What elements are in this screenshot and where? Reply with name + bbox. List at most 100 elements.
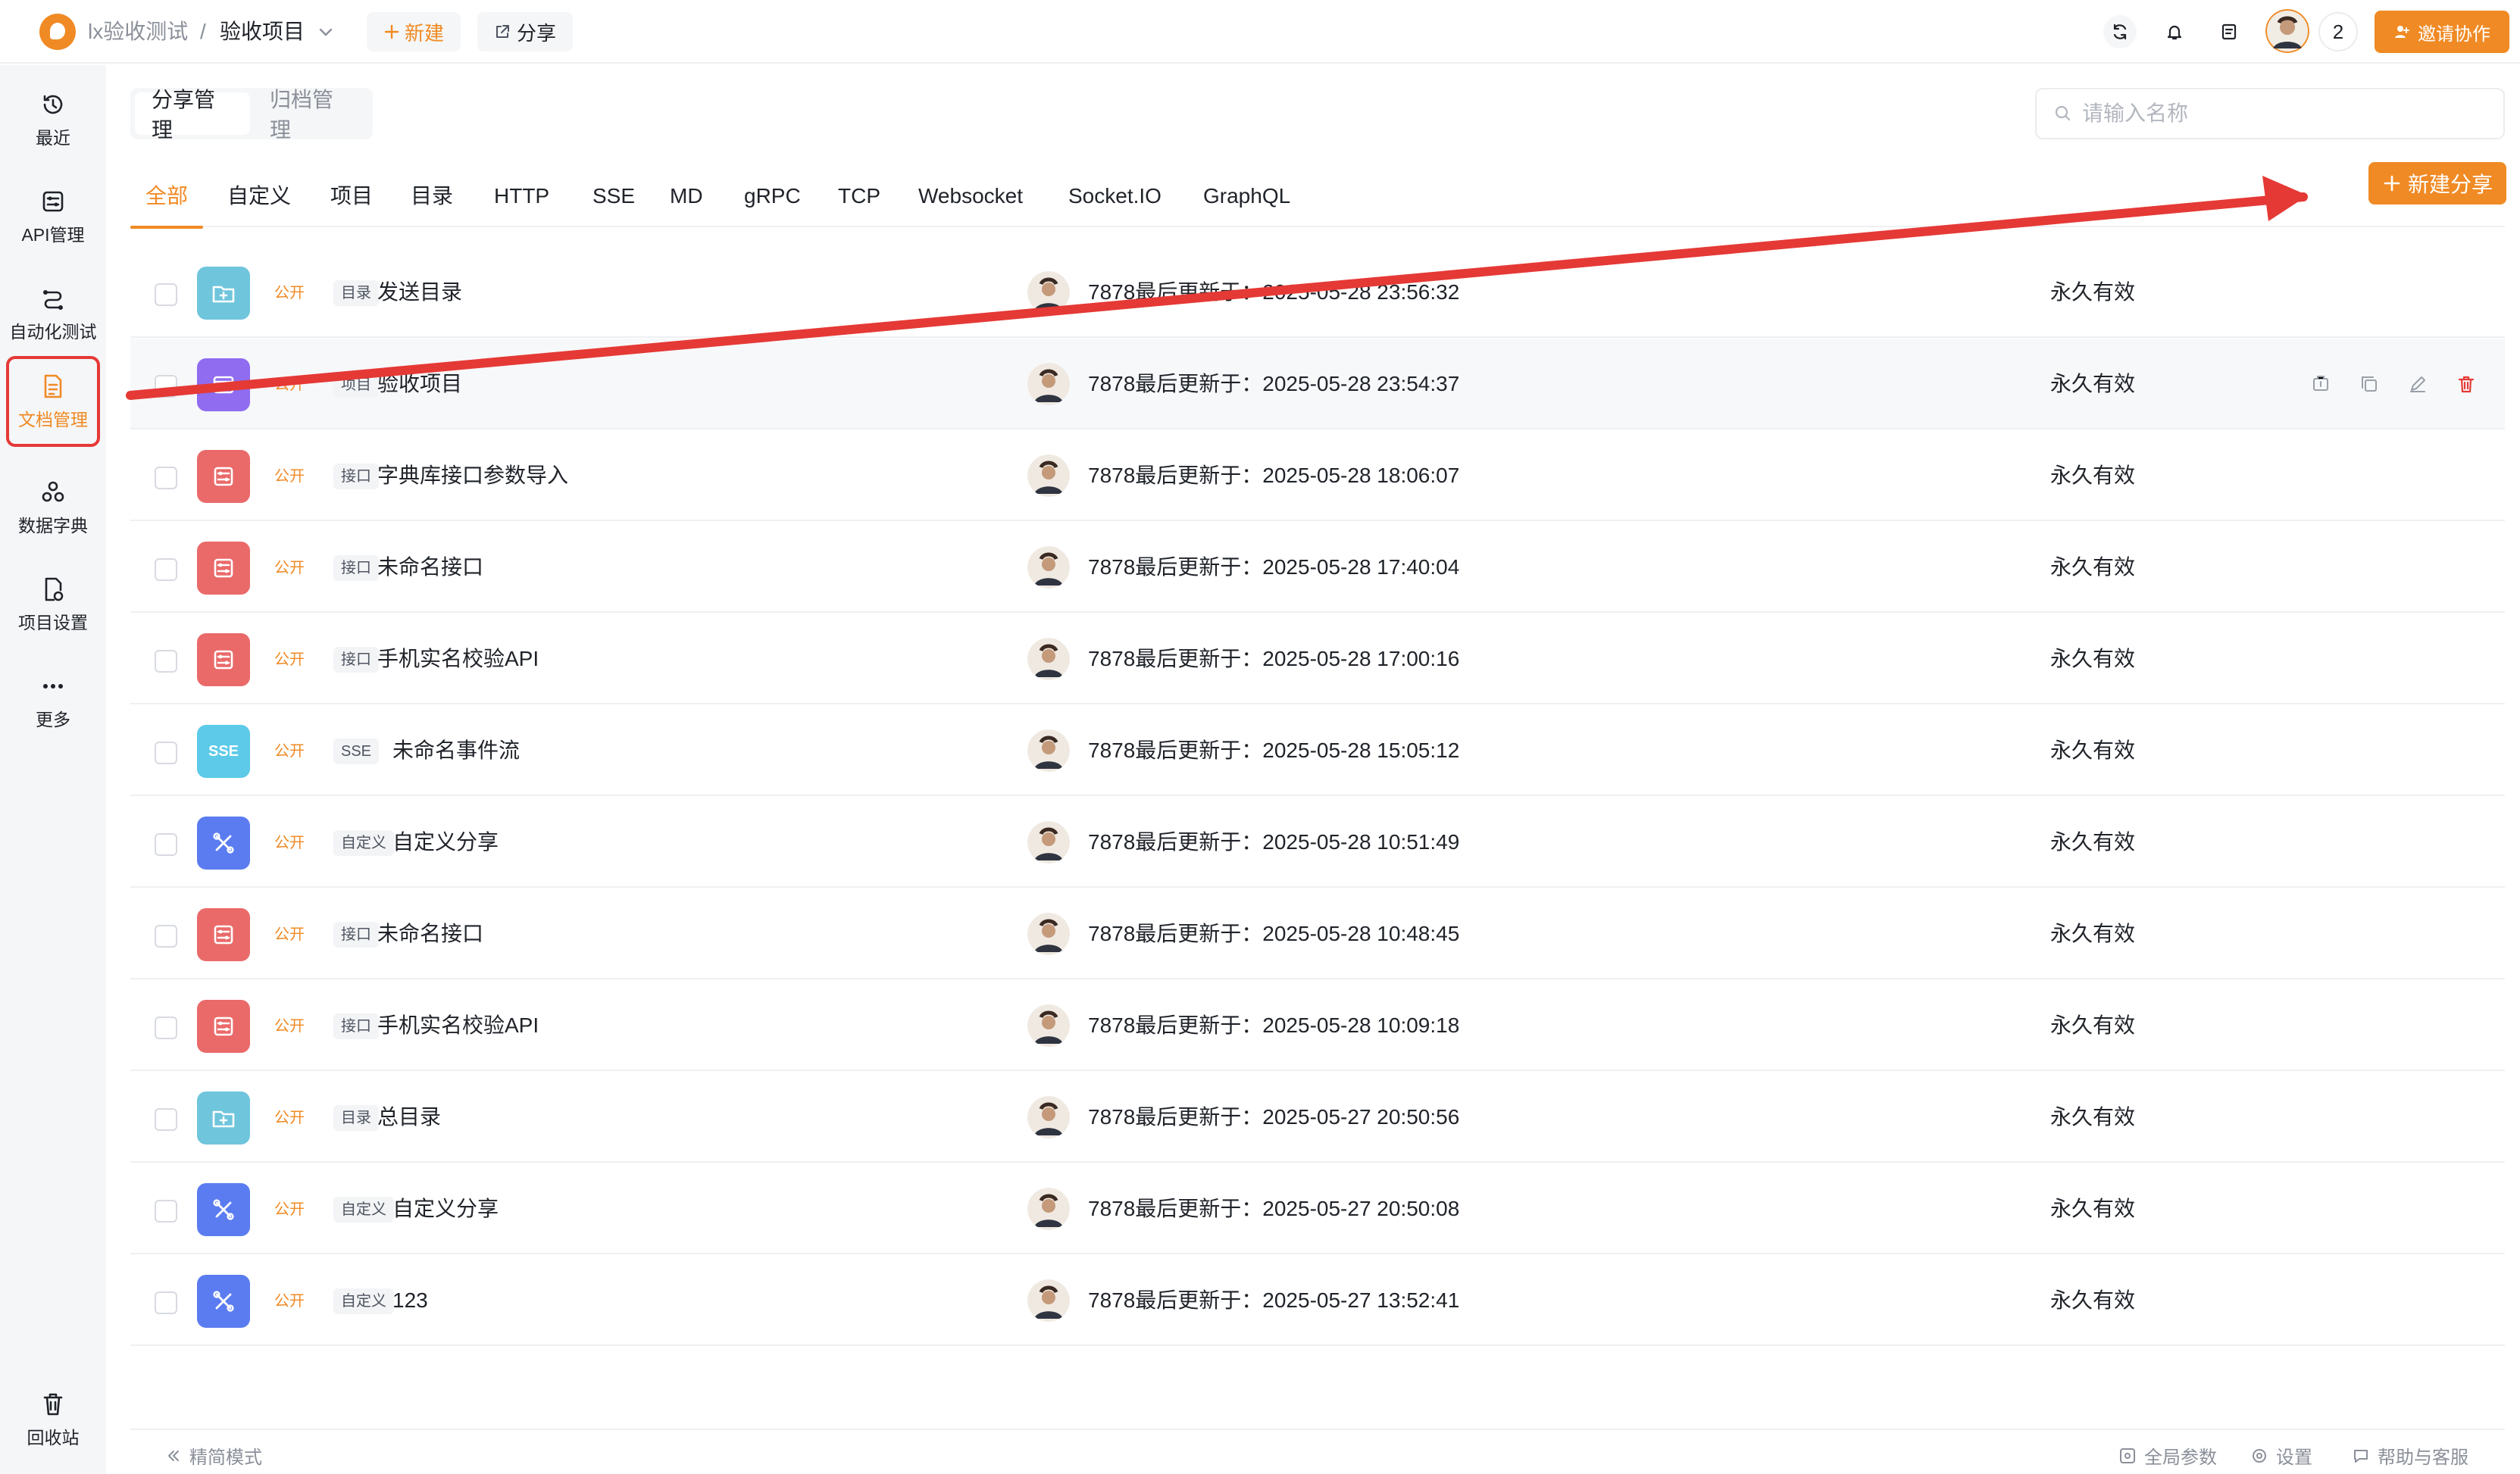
- folder-icon: [197, 1091, 250, 1145]
- type-tag: 项目: [333, 372, 379, 398]
- share-row[interactable]: 公开 接口 手机实名校验API 7878最后更新于：2025-05-28 10:09:…: [130, 980, 2505, 1071]
- share-row[interactable]: 公开 接口 手机实名校验API 7878最后更新于：2025-05-28 17:00:…: [130, 614, 2505, 704]
- share-name[interactable]: 手机实名校验API: [377, 1010, 539, 1041]
- new-share-button[interactable]: 新建分享: [2368, 162, 2506, 205]
- share-name[interactable]: 手机实名校验API: [377, 644, 539, 674]
- row-checkbox[interactable]: [155, 742, 177, 764]
- tab-directory[interactable]: 目录: [411, 171, 453, 227]
- tab-custom[interactable]: 自定义: [227, 171, 291, 227]
- share-button[interactable]: 分享: [477, 12, 573, 52]
- share-row[interactable]: 公开 自定义 自定义分享 7878最后更新于：2025-05-28 10:51:49 永…: [130, 797, 2505, 888]
- global-params-icon: [2120, 1447, 2135, 1463]
- edit-icon[interactable]: [2405, 371, 2431, 397]
- tab-http[interactable]: HTTP: [494, 171, 549, 227]
- row-checkbox[interactable]: [155, 1200, 177, 1223]
- tab-share-management[interactable]: 分享管理: [135, 88, 250, 142]
- share-name[interactable]: 未命名事件流: [392, 735, 520, 766]
- share-name[interactable]: 未命名接口: [377, 919, 483, 949]
- share-name[interactable]: 字典库接口参数导入: [377, 461, 568, 491]
- project-icon: [197, 358, 250, 411]
- share-name[interactable]: 未命名接口: [377, 552, 483, 582]
- search-input[interactable]: [2082, 101, 2476, 126]
- sidebar-item-dictionary[interactable]: 数据字典: [6, 462, 100, 553]
- validity: 永久有效: [2050, 555, 2136, 579]
- global-params-button[interactable]: 全局参数: [2118, 1442, 2217, 1469]
- user-avatar[interactable]: [2265, 9, 2309, 53]
- row-checkbox[interactable]: [155, 650, 177, 673]
- chevron-down-icon[interactable]: [317, 23, 335, 41]
- tab-graphql[interactable]: GraphQL: [1203, 171, 1290, 227]
- share-row[interactable]: 公开 接口 字典库接口参数导入 7878最后更新于：2025-05-28 18:06:…: [130, 430, 2505, 521]
- share-row[interactable]: 公开 项目 验收项目 7878最后更新于：2025-05-28 23:54:37 永久有…: [130, 339, 2505, 429]
- share-name[interactable]: 自定义分享: [392, 827, 499, 857]
- share-row[interactable]: 公开 目录 总目录 7878最后更新于：2025-05-27 20:50:56 永久有效: [130, 1072, 2505, 1163]
- notes-icon[interactable]: [2212, 15, 2246, 48]
- last-updated: 7878最后更新于：2025-05-28 10:51:49: [1088, 830, 1460, 854]
- archive-icon[interactable]: [2308, 371, 2334, 397]
- breadcrumb-workspace[interactable]: lx验收测试: [88, 17, 188, 47]
- share-row[interactable]: 公开 接口 未命名接口 7878最后更新于：2025-05-28 10:48:45 永久…: [130, 888, 2505, 979]
- sidebar-item-project-settings[interactable]: 项目设置: [6, 559, 100, 650]
- share-row[interactable]: 公开 目录 发送目录 7878最后更新于：2025-05-28 23:56:32 永久有…: [130, 247, 2505, 338]
- share-name[interactable]: 发送目录: [377, 277, 462, 308]
- validity: 永久有效: [2050, 1288, 2136, 1312]
- tab-archive-management[interactable]: 归档管理: [253, 88, 368, 142]
- sidebar-item-recent[interactable]: 最近: [6, 74, 100, 165]
- share-name[interactable]: 自定义分享: [392, 1194, 499, 1224]
- row-checkbox[interactable]: [155, 833, 177, 856]
- share-name[interactable]: 总目录: [377, 1102, 441, 1132]
- share-row[interactable]: SSE 公开 SSE 未命名事件流 7878最后更新于：2025-05-28 15:05…: [130, 705, 2505, 796]
- share-name[interactable]: 123: [392, 1285, 428, 1316]
- new-share-label: 新建分享: [2407, 173, 2493, 196]
- copy-icon[interactable]: [2356, 371, 2382, 397]
- updater-avatar: [1027, 271, 1070, 314]
- tab-socketio[interactable]: Socket.IO: [1068, 171, 1162, 227]
- share-row[interactable]: 公开 接口 未命名接口 7878最后更新于：2025-05-28 17:40:04 永久…: [130, 522, 2505, 613]
- tab-sse[interactable]: SSE: [592, 171, 635, 227]
- share-name[interactable]: 验收项目: [377, 369, 462, 399]
- sidebar-item-more[interactable]: 更多: [6, 656, 100, 747]
- tab-all[interactable]: 全部: [130, 171, 204, 229]
- row-checkbox[interactable]: [155, 1108, 177, 1131]
- member-count-badge[interactable]: 2: [2318, 12, 2358, 52]
- sidebar-item-api[interactable]: API管理: [6, 171, 100, 262]
- invite-collaborate-button[interactable]: 邀请协作: [2375, 11, 2509, 53]
- tab-websocket[interactable]: Websocket: [918, 171, 1023, 227]
- last-updated: 7878最后更新于：2025-05-28 10:48:45: [1088, 922, 1460, 945]
- bell-icon[interactable]: [2158, 15, 2191, 48]
- updater-avatar: [1027, 821, 1070, 863]
- visibility-tag: 公开: [274, 376, 305, 393]
- breadcrumb-project[interactable]: 验收项目: [220, 17, 305, 47]
- search-icon: [2055, 105, 2071, 121]
- updater-avatar: [1027, 363, 1070, 405]
- row-checkbox[interactable]: [155, 558, 177, 581]
- sync-icon[interactable]: [2103, 15, 2137, 48]
- compact-mode-toggle[interactable]: 精简模式: [165, 1442, 262, 1469]
- sidebar-item-docs[interactable]: 文档管理: [6, 356, 100, 447]
- tab-grpc[interactable]: gRPC: [744, 171, 801, 227]
- app-logo[interactable]: [39, 14, 76, 50]
- row-checkbox[interactable]: [155, 925, 177, 948]
- visibility-tag: 公开: [274, 1201, 305, 1218]
- row-checkbox[interactable]: [155, 1016, 177, 1039]
- visibility-tag: 公开: [274, 743, 305, 760]
- row-checkbox[interactable]: [155, 1291, 177, 1314]
- tab-project[interactable]: 项目: [330, 171, 373, 227]
- plus-icon: [384, 24, 399, 39]
- sidebar-item-automation[interactable]: 自动化测试: [6, 268, 100, 359]
- row-checkbox[interactable]: [155, 283, 177, 306]
- validity: 永久有效: [2050, 830, 2136, 854]
- row-checkbox[interactable]: [155, 467, 177, 489]
- share-row[interactable]: 公开 自定义 123 7878最后更新于：2025-05-27 13:52:41 永久有…: [130, 1255, 2505, 1346]
- help-button[interactable]: 帮助与客服: [2352, 1442, 2468, 1469]
- sidebar-item-recycle-bin[interactable]: 回收站: [6, 1374, 100, 1465]
- row-checkbox[interactable]: [155, 375, 177, 398]
- tab-tcp[interactable]: TCP: [838, 171, 880, 227]
- last-updated: 7878最后更新于：2025-05-28 23:54:37: [1088, 372, 1460, 395]
- new-button[interactable]: 新建: [367, 12, 461, 52]
- tab-md[interactable]: MD: [670, 171, 703, 227]
- settings-button[interactable]: 设置: [2250, 1442, 2312, 1469]
- settings-label: 设置: [2276, 1447, 2312, 1468]
- delete-icon[interactable]: [2453, 371, 2479, 397]
- share-row[interactable]: 公开 自定义 自定义分享 7878最后更新于：2025-05-27 20:50:08 永…: [130, 1163, 2505, 1254]
